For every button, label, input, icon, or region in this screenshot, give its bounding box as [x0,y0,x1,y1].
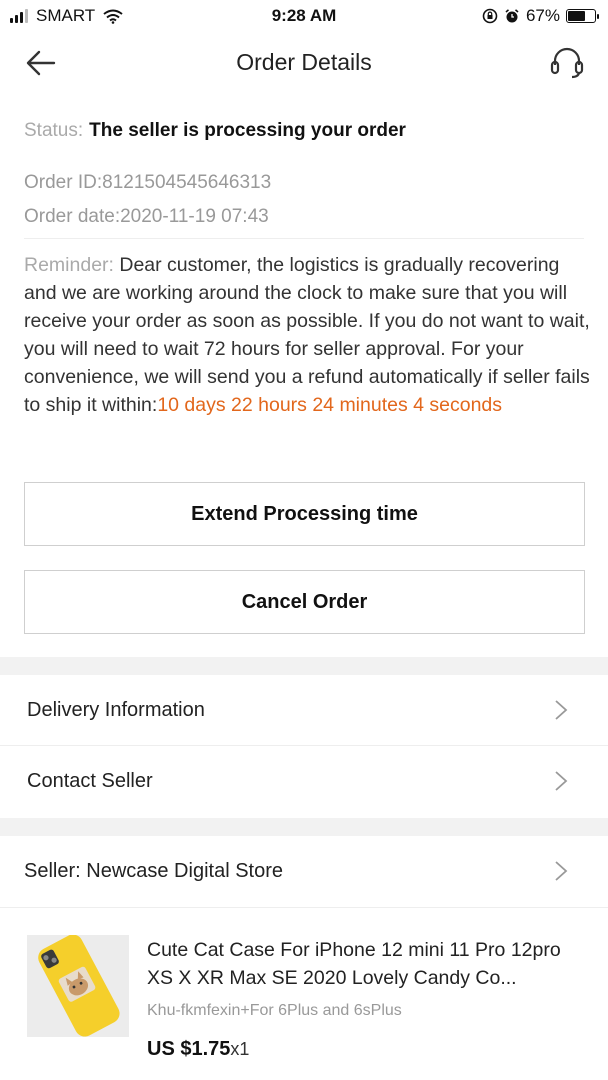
chevron-right-icon [555,771,568,791]
product-price: US $1.75 [147,1038,231,1060]
chevron-right-icon [555,861,568,881]
cancel-order-button[interactable]: Cancel Order [24,570,585,634]
rotation-lock-icon [482,8,498,24]
contact-seller-label: Contact Seller [27,770,153,792]
chevron-right-icon [555,700,568,720]
battery-level-fill [568,11,585,21]
section-separator [0,657,608,675]
section-separator [0,818,608,836]
alarm-icon [505,9,519,23]
product-quantity: x1 [230,1039,250,1059]
reminder-label: Reminder: [24,254,114,276]
divider [24,238,584,239]
status-bar: SMART 9:28 AM 67% [0,0,608,32]
battery-icon [566,9,599,23]
status-value: The seller is processing your order [89,120,406,141]
delivery-information-row[interactable]: Delivery Information [0,675,608,746]
product-price-line: US $1.75x1 [147,1038,249,1061]
battery-percent: 67% [525,6,560,25]
extend-processing-time-button[interactable]: Extend Processing time [24,482,585,546]
order-status: Status: The seller is processing your ord… [24,120,406,142]
product-title[interactable]: Cute Cat Case For iPhone 12 mini 11 Pro … [147,936,587,992]
product-thumbnail[interactable] [27,935,129,1037]
product-item[interactable]: Cute Cat Case For iPhone 12 mini 11 Pro … [0,908,608,1080]
product-variant: Khu-fkmfexin+For 6Plus and 6sPlus [147,1002,402,1019]
reminder-text: Reminder: Dear customer, the logistics i… [24,251,590,419]
status-label: Status: [24,120,84,141]
customer-service-headset-icon[interactable] [548,46,586,80]
reminder-message: Dear customer, the logistics is graduall… [24,254,590,416]
contact-seller-row[interactable]: Contact Seller [0,746,608,818]
order-date: Order date:2020-11-19 07:43 [24,206,269,227]
page-title: Order Details [236,49,372,75]
nav-bar: Order Details [0,36,608,90]
seller-store-row[interactable]: Seller: Newcase Digital Store [0,836,608,908]
order-id: Order ID:8121504545646313 [24,172,272,193]
refund-countdown: 10 days 22 hours 24 minutes 4 seconds [157,394,503,416]
phone-case-image [27,935,129,1037]
status-bar-right: 67% [482,6,599,26]
seller-store-label: Seller: Newcase Digital Store [24,860,283,882]
delivery-information-label: Delivery Information [27,699,205,721]
